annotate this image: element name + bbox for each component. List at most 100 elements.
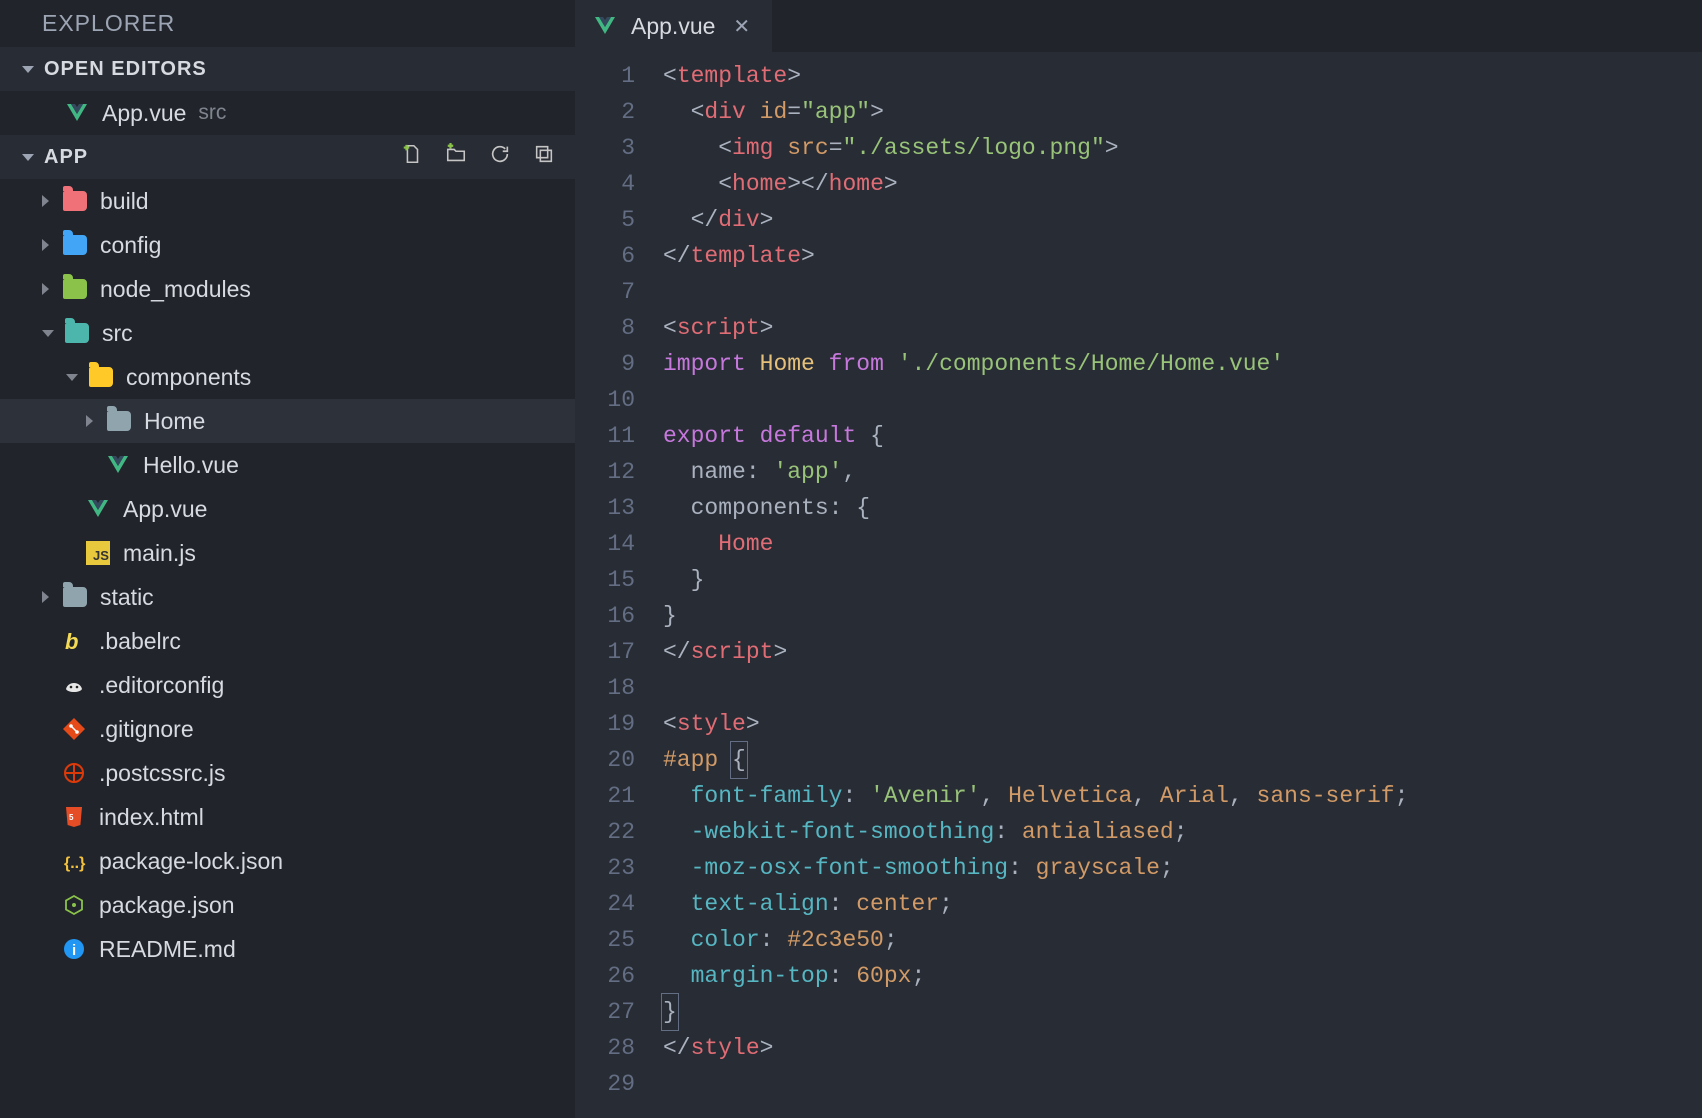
folder-item[interactable]: node_modules: [0, 267, 575, 311]
tree-item-label: src: [102, 320, 133, 347]
code-line[interactable]: <img src="./assets/logo.png">: [663, 130, 1702, 166]
npm-icon: [61, 893, 87, 917]
code-line[interactable]: text-align: center;: [663, 886, 1702, 922]
file-item[interactable]: App.vue: [0, 487, 575, 531]
folder-item[interactable]: static: [0, 575, 575, 619]
chevron-down-icon: [22, 66, 34, 73]
file-item[interactable]: JSmain.js: [0, 531, 575, 575]
code-line[interactable]: export default {: [663, 418, 1702, 454]
svg-text:JS: JS: [93, 548, 109, 563]
code-editor[interactable]: 1234567891011121314151617181920212223242…: [575, 52, 1702, 1102]
file-item[interactable]: .editorconfig: [0, 663, 575, 707]
explorer-title: EXPLORER: [0, 0, 575, 47]
open-editor-path-hint: src: [198, 101, 226, 125]
line-number: 5: [607, 202, 635, 238]
folder-item[interactable]: src: [0, 311, 575, 355]
folder-item[interactable]: build: [0, 179, 575, 223]
chevron-down-icon: [66, 374, 78, 381]
code-line[interactable]: </style>: [663, 1030, 1702, 1066]
folder-item[interactable]: Home: [0, 399, 575, 443]
line-number: 23: [607, 850, 635, 886]
line-number: 14: [607, 526, 635, 562]
postcss-icon: [61, 761, 87, 785]
file-item[interactable]: iREADME.md: [0, 927, 575, 971]
project-label: APP: [44, 146, 88, 169]
open-editor-item[interactable]: App.vue src: [0, 91, 575, 135]
code-line[interactable]: }: [663, 598, 1702, 634]
file-item[interactable]: 5 index.html: [0, 795, 575, 839]
editor-pane: App.vue ✕ 123456789101112131415161718192…: [575, 0, 1702, 1118]
line-number: 1: [607, 58, 635, 94]
folder-item[interactable]: config: [0, 223, 575, 267]
code-line[interactable]: [663, 274, 1702, 310]
code-line[interactable]: components: {: [663, 490, 1702, 526]
tree-item-label: .babelrc: [99, 628, 181, 655]
code-line[interactable]: <template>: [663, 58, 1702, 94]
git-icon: [61, 717, 87, 741]
code-line[interactable]: margin-top: 60px;: [663, 958, 1702, 994]
tree-item-label: index.html: [99, 804, 204, 831]
svg-text:5: 5: [69, 813, 74, 822]
code-line[interactable]: #app {: [663, 742, 1702, 778]
code-line[interactable]: </script>: [663, 634, 1702, 670]
folder-icon: [62, 233, 88, 257]
code-line[interactable]: color: #2c3e50;: [663, 922, 1702, 958]
tree-item-label: package-lock.json: [99, 848, 283, 875]
babel-icon: b: [61, 629, 87, 653]
code-line[interactable]: font-family: 'Avenir', Helvetica, Arial,…: [663, 778, 1702, 814]
file-item[interactable]: {..}package-lock.json: [0, 839, 575, 883]
collapse-all-icon[interactable]: [533, 143, 555, 171]
vue-icon: [105, 453, 131, 477]
file-item[interactable]: Hello.vue: [0, 443, 575, 487]
chevron-right-icon: [42, 283, 49, 295]
folder-item[interactable]: components: [0, 355, 575, 399]
code-line[interactable]: </template>: [663, 238, 1702, 274]
code-line[interactable]: }: [663, 994, 1702, 1030]
project-section-header[interactable]: APP: [0, 135, 575, 179]
code-line[interactable]: </div>: [663, 202, 1702, 238]
code-line[interactable]: -webkit-font-smoothing: antialiased;: [663, 814, 1702, 850]
refresh-icon[interactable]: [489, 143, 511, 171]
code-content[interactable]: <template> <div id="app"> <img src="./as…: [663, 58, 1702, 1102]
code-line[interactable]: <script>: [663, 310, 1702, 346]
line-number: 22: [607, 814, 635, 850]
vue-icon: [593, 14, 617, 38]
code-line[interactable]: <div id="app">: [663, 94, 1702, 130]
tab-filename: App.vue: [631, 13, 715, 40]
tab-app-vue[interactable]: App.vue ✕: [575, 0, 772, 52]
tree-item-label: components: [126, 364, 251, 391]
folder-icon: [106, 409, 132, 433]
line-number: 20: [607, 742, 635, 778]
code-line[interactable]: [663, 382, 1702, 418]
code-line[interactable]: [663, 670, 1702, 706]
line-number: 25: [607, 922, 635, 958]
new-folder-icon[interactable]: [445, 143, 467, 171]
svg-text:b: b: [65, 629, 78, 653]
tree-item-label: README.md: [99, 936, 236, 963]
code-line[interactable]: -moz-osx-font-smoothing: grayscale;: [663, 850, 1702, 886]
line-number: 6: [607, 238, 635, 274]
code-line[interactable]: }: [663, 562, 1702, 598]
code-line[interactable]: import Home from './components/Home/Home…: [663, 346, 1702, 382]
file-item[interactable]: b .babelrc: [0, 619, 575, 663]
close-icon[interactable]: ✕: [729, 14, 754, 39]
code-line[interactable]: <style>: [663, 706, 1702, 742]
line-number: 18: [607, 670, 635, 706]
line-number: 21: [607, 778, 635, 814]
new-file-icon[interactable]: [401, 143, 423, 171]
code-line[interactable]: <home></home>: [663, 166, 1702, 202]
vue-icon: [85, 497, 111, 521]
line-number: 17: [607, 634, 635, 670]
code-line[interactable]: name: 'app',: [663, 454, 1702, 490]
file-item[interactable]: package.json: [0, 883, 575, 927]
js-icon: JS: [85, 541, 111, 565]
tree-item-label: Home: [144, 408, 205, 435]
tree-item-label: config: [100, 232, 161, 259]
line-number: 4: [607, 166, 635, 202]
code-line[interactable]: Home: [663, 526, 1702, 562]
file-item[interactable]: .postcssrc.js: [0, 751, 575, 795]
open-editors-section-header[interactable]: OPEN EDITORS: [0, 47, 575, 91]
code-line[interactable]: [663, 1066, 1702, 1102]
tab-bar: App.vue ✕: [575, 0, 1702, 52]
file-item[interactable]: .gitignore: [0, 707, 575, 751]
